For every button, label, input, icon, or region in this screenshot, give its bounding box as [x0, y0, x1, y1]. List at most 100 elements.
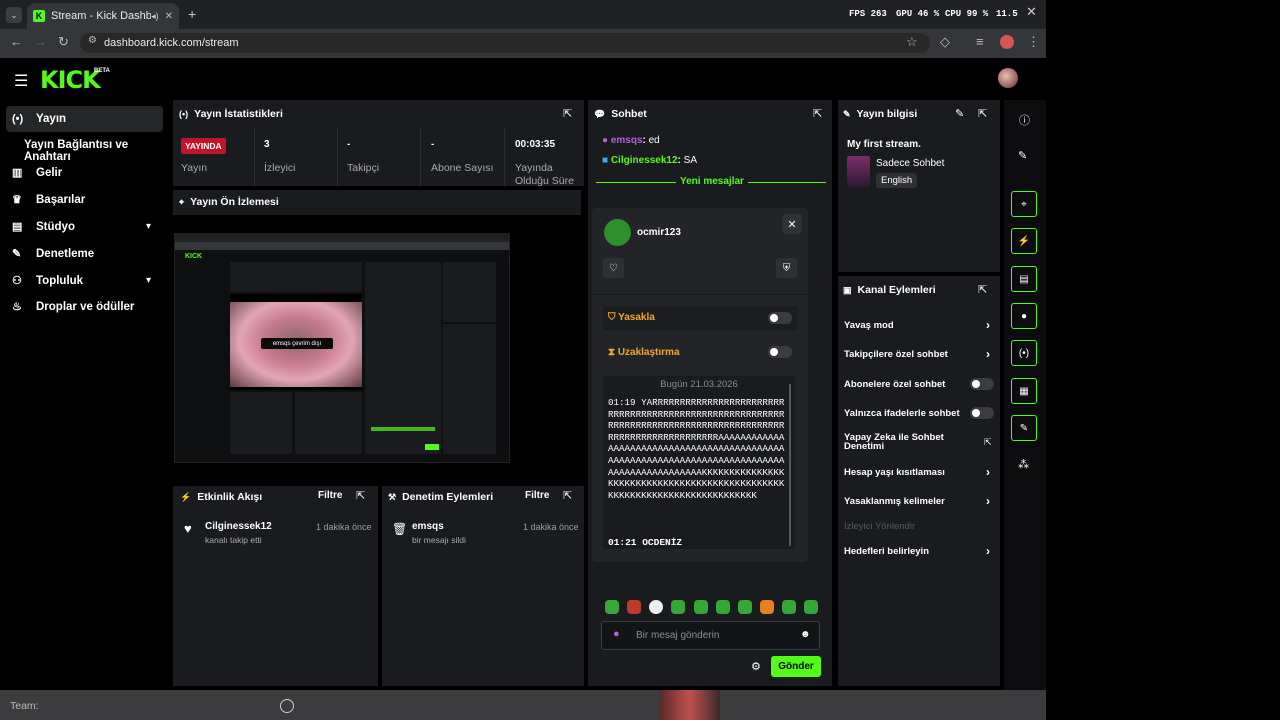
reload-icon[interactable]: ↻ [58, 34, 69, 50]
emote[interactable] [804, 600, 818, 614]
sidebar-item-studyo[interactable]: ▤ Stüdyo [12, 220, 75, 234]
avatar[interactable] [998, 68, 1018, 88]
cpu-readout: CPU 99 % [945, 9, 989, 19]
sidebar-item-gelir[interactable]: ▥ Gelir [12, 166, 62, 180]
url-input[interactable]: dashboard.kick.com/stream [80, 33, 930, 53]
chevron-down-icon[interactable]: ▾ [146, 221, 151, 232]
chevron-down-icon[interactable]: ▾ [146, 275, 151, 286]
stream-title: My first stream. [847, 139, 921, 150]
action-banned-words[interactable]: Yasaklanmış kelimeler › [844, 494, 994, 508]
action-ai-moderation[interactable]: Yapay Zeka ile Sohbet Denetimi [844, 433, 974, 452]
send-button[interactable]: Gönder [771, 656, 821, 677]
stat-value: 3 [264, 139, 270, 150]
extensions-icon[interactable]: ◇ [940, 34, 950, 50]
sidebar-item-topluluk[interactable]: ⚇ Topluluk [12, 274, 83, 288]
emote[interactable] [671, 600, 685, 614]
new-messages-label[interactable]: Yeni mesajlar [676, 176, 748, 187]
timeout-toggle[interactable] [768, 346, 792, 358]
info-icon[interactable]: ⓘ [1019, 112, 1030, 128]
browser-menu-icon[interactable]: ⋮ [1027, 34, 1040, 50]
panel-title: Denetim Eylemleri [402, 491, 494, 503]
site-info-icon[interactable]: ⚙ [88, 35, 97, 46]
layout-icon[interactable]: ▦ [1011, 378, 1037, 404]
window-close-icon[interactable]: ✕ [1026, 4, 1037, 20]
popout-icon[interactable]: ⇱ [356, 489, 365, 502]
menu-icon[interactable]: ☰ [14, 71, 28, 91]
ban-toggle[interactable] [768, 312, 792, 324]
preview-screen-capture: KICK emsqs çevrim dışı [174, 233, 510, 463]
emote[interactable] [738, 600, 752, 614]
activity-filter-button[interactable]: Filtre [318, 490, 342, 501]
emote[interactable] [694, 600, 708, 614]
media-icon[interactable]: ≡ [976, 34, 984, 49]
edit-icon[interactable]: ✎ [955, 107, 964, 120]
history-scrollbar[interactable] [789, 384, 791, 546]
profile-icon[interactable] [1000, 35, 1014, 49]
mod-shield-icon[interactable]: ⛨ [776, 258, 797, 278]
back-icon[interactable]: ← [10, 34, 23, 49]
follow-heart-icon[interactable]: ♡ [603, 258, 624, 278]
emoji-icon[interactable]: ☻ [800, 629, 811, 640]
stream-info-header: ✎ Yayın bilgisi [843, 108, 917, 120]
action-slow-mode[interactable]: Yavaş mod › [844, 318, 994, 332]
sidebar-item-label: Denetleme [36, 247, 95, 260]
emote[interactable] [782, 600, 796, 614]
chat-username[interactable]: emsqs [611, 135, 643, 146]
clip-icon[interactable]: ⌖ [1011, 191, 1037, 217]
app-icon[interactable] [280, 699, 294, 713]
activity-user[interactable]: Cilginessek12 [205, 521, 272, 532]
emotes-only-toggle[interactable] [970, 407, 994, 419]
category-name[interactable]: Sadece Sohbet [876, 158, 944, 169]
kick-logo[interactable]: KICK [40, 66, 101, 94]
notes-icon[interactable]: ▤ [1011, 266, 1037, 292]
sidebar-item-denetleme[interactable]: ✎ Denetleme [12, 247, 95, 261]
share-icon[interactable]: ⁂ [1018, 458, 1029, 471]
chat-input[interactable]: Bir mesaj gönderin [601, 621, 820, 650]
sidebar-item-basarilar[interactable]: ♛ Başarılar [12, 193, 85, 207]
forward-icon[interactable]: → [34, 34, 47, 49]
chat-bubble-icon[interactable]: ● [1011, 303, 1037, 329]
wrench-icon[interactable]: ✎ [1011, 415, 1037, 441]
chat-settings-icon[interactable]: ⚙ [751, 660, 761, 673]
emote[interactable] [649, 600, 663, 614]
sidebar-item-droplar[interactable]: ♨ Droplar ve ödüller [12, 300, 134, 314]
popout-icon[interactable]: ⇱ [978, 283, 987, 296]
new-tab-icon[interactable]: + [188, 6, 196, 22]
action-goals[interactable]: Hedefleri belirleyin › [844, 544, 994, 558]
moderation-filter-button[interactable]: Filtre [525, 490, 549, 501]
sidebar-item-stream-key[interactable]: Yayın Bağlantısı ve Anahtarı [24, 139, 170, 163]
popout-icon[interactable]: ⇱ [978, 107, 987, 120]
broadcast-icon[interactable]: (•) [1011, 340, 1037, 366]
chat-username[interactable]: Cilginessek12 [611, 155, 678, 166]
action-followers-only[interactable]: Takipçilere özel sohbet › [844, 347, 994, 361]
capture-actions [443, 324, 496, 454]
mic-icon[interactable]: ● [613, 628, 620, 640]
emote[interactable] [627, 600, 641, 614]
bookmark-star-icon[interactable]: ☆ [906, 34, 918, 50]
popout-icon[interactable]: ⇱ [563, 489, 572, 502]
external-link-icon[interactable]: ⇱ [984, 437, 992, 448]
capture-logo: KICK [185, 253, 203, 260]
emote[interactable] [716, 600, 730, 614]
tab-search-icon[interactable]: ⌄ [6, 7, 22, 23]
emote[interactable] [605, 600, 619, 614]
audio-icon[interactable]: ◂) [151, 11, 159, 22]
moderation-user[interactable]: emsqs [412, 521, 444, 532]
stat-subscribers: - Abone Sayısı [423, 128, 505, 186]
browser-tab[interactable]: K Stream - Kick Dashboard ◂) ✕ [27, 3, 179, 29]
user-card-username[interactable]: ocmir123 [637, 227, 681, 238]
ban-text: Yasakla [618, 312, 655, 323]
pencil-icon[interactable]: ✎ [1018, 149, 1027, 162]
action-account-age[interactable]: Hesap yaşı kısıtlaması › [844, 465, 994, 479]
emote[interactable] [760, 600, 774, 614]
sidebar-item-yayin[interactable]: (•) Yayın [6, 106, 163, 132]
tab-close-icon[interactable]: ✕ [165, 11, 173, 22]
popout-icon[interactable]: ⇱ [563, 107, 572, 120]
subscribers-only-toggle[interactable] [970, 378, 994, 390]
close-icon[interactable]: ✕ [782, 214, 802, 234]
bolt-icon[interactable]: ⚡ [1011, 228, 1037, 254]
activity-time: 1 dakika önce [316, 522, 372, 532]
ban-label: ⛉ Yasakla [608, 312, 655, 323]
popout-icon[interactable]: ⇱ [813, 107, 822, 120]
language-tag: English [876, 173, 918, 188]
